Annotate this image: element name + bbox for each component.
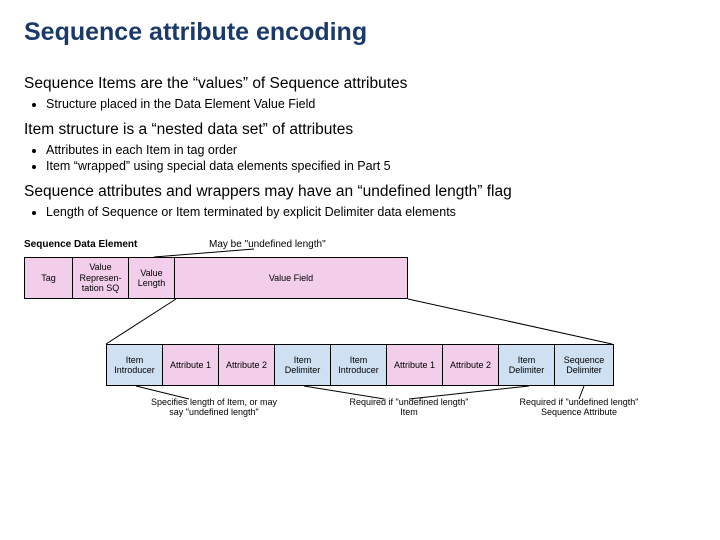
note-req-item: Required if "undefined length" Item bbox=[344, 397, 474, 418]
section-1: Sequence Items are the “values” of Seque… bbox=[24, 75, 696, 111]
bot-cell-seq-delimiter: Sequence Delimiter bbox=[555, 345, 613, 385]
top-label-right: May be "undefined length" bbox=[209, 239, 326, 250]
bottom-row: Item Introducer Attribute 1 Attribute 2 … bbox=[106, 344, 614, 386]
section-heading: Sequence Items are the “values” of Seque… bbox=[24, 75, 696, 93]
bot-cell-attr1-a: Attribute 1 bbox=[163, 345, 219, 385]
bot-cell-attr2-b: Attribute 2 bbox=[443, 345, 499, 385]
bot-cell-item-delimiter-1: Item Delimiter bbox=[275, 345, 331, 385]
bot-cell-item-introducer-1: Item Introducer bbox=[107, 345, 163, 385]
bot-cell-item-delimiter-2: Item Delimiter bbox=[499, 345, 555, 385]
page-title: Sequence attribute encoding bbox=[24, 18, 696, 47]
section-bullets: Attributes in each Item in tag order Ite… bbox=[24, 143, 696, 173]
note-req-seq: Required if "undefined length" Sequence … bbox=[504, 397, 654, 418]
bullet-item: Length of Sequence or Item terminated by… bbox=[46, 205, 696, 219]
section-heading: Item structure is a “nested data set” of… bbox=[24, 121, 696, 139]
section-bullets: Structure placed in the Data Element Val… bbox=[24, 97, 696, 111]
top-cell-vr: Value Represen- tation SQ bbox=[73, 258, 129, 298]
top-row: Tag Value Represen- tation SQ Value Leng… bbox=[24, 257, 408, 299]
bullet-item: Structure placed in the Data Element Val… bbox=[46, 97, 696, 111]
section-2: Item structure is a “nested data set” of… bbox=[24, 121, 696, 173]
top-cell-vf: Value Field bbox=[175, 258, 407, 298]
section-bullets: Length of Sequence or Item terminated by… bbox=[24, 205, 696, 219]
bot-cell-attr2-a: Attribute 2 bbox=[219, 345, 275, 385]
section-heading: Sequence attributes and wrappers may hav… bbox=[24, 183, 696, 201]
bot-cell-item-introducer-2: Item Introducer bbox=[331, 345, 387, 385]
note-spec-length: Specifies length of Item, or may say "un… bbox=[144, 397, 284, 418]
top-cell-vl: Value Length bbox=[129, 258, 175, 298]
bullet-item: Attributes in each Item in tag order bbox=[46, 143, 696, 157]
section-3: Sequence attributes and wrappers may hav… bbox=[24, 183, 696, 219]
encoding-diagram: Sequence Data Element May be "undefined … bbox=[24, 229, 704, 439]
bullet-item: Item “wrapped” using special data elemen… bbox=[46, 159, 696, 173]
top-label-left: Sequence Data Element bbox=[24, 239, 137, 250]
bot-cell-attr1-b: Attribute 1 bbox=[387, 345, 443, 385]
top-cell-tag: Tag bbox=[25, 258, 73, 298]
